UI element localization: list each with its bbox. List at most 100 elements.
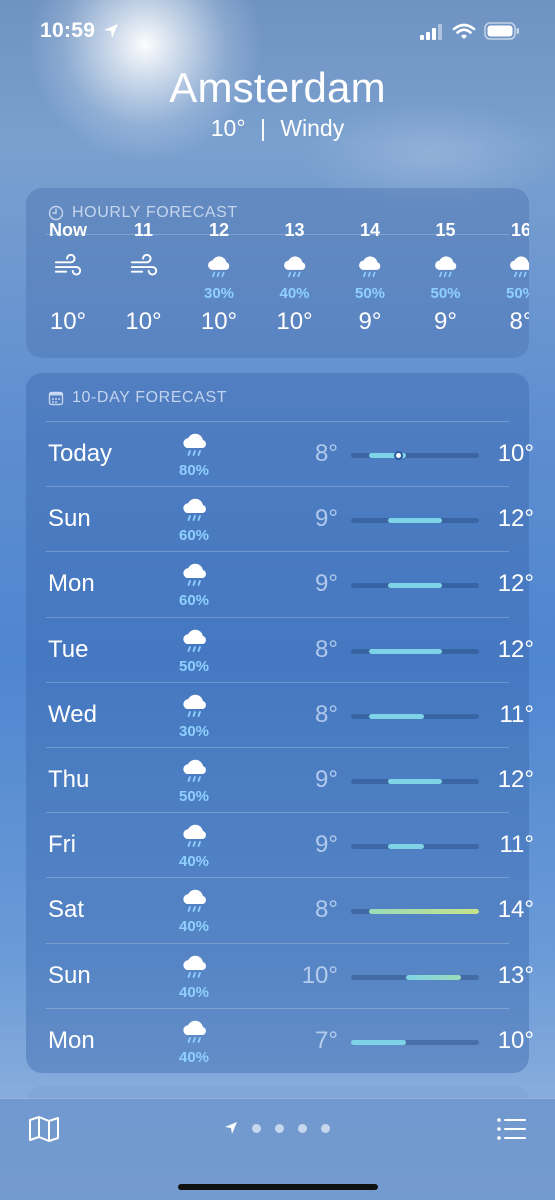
list-icon[interactable] [495,1115,527,1143]
day-name: Fri [48,831,76,859]
precipitation-chance: 40% [178,1048,210,1066]
rain-cloud-icon [183,498,206,522]
status-time: 10:59 [40,19,96,42]
hour-time: Now [49,220,87,240]
temperature-range-bar [351,713,479,719]
precipitation-chance: 30% [203,285,235,302]
precipitation-chance: 60% [178,527,210,545]
day-row[interactable]: Sat 40% 8° 14° [46,877,534,942]
high-temperature: 13° [497,961,534,989]
day-name: Mon [48,570,95,598]
day-row[interactable]: Mon 60% 9° 12° [46,551,534,616]
rain-cloud-icon [510,256,529,278]
current-conditions: 10° | Windy [0,115,555,142]
low-temperature: 9° [315,766,338,793]
map-icon[interactable] [28,1115,60,1143]
ten-day-forecast-card[interactable]: 10-DAY FORECAST Today 80% 8° 10° Sun 60% 9° 12°… [26,373,534,1073]
high-temperature: 10° [497,440,534,467]
day-row[interactable]: Mon 40% 7° 10° [46,1007,534,1073]
hourly-forecast-card[interactable]: HOURLY FORECAST Now 10° 11 10° 12 30% 10° 13 40%… [26,188,529,358]
high-temperature: 12° [497,570,534,598]
low-temperature: 8° [315,896,338,924]
hour-temperature: 10° [49,308,87,335]
rain-cloud-icon [208,256,230,278]
current-condition: Windy [280,115,345,141]
home-indicator[interactable] [178,1184,378,1190]
ten-day-forecast-header: 10-DAY FORECAST [48,388,227,408]
precipitation-chance: 40% [279,285,310,302]
day-name: Sun [48,961,91,989]
day-name: Sat [48,896,85,924]
page-dot[interactable] [321,1123,330,1133]
temperature-range-bar [351,583,479,589]
temperature-range-fill [405,974,461,980]
hour-time: 14 [359,220,381,240]
hour-column: 14 50% 9° [332,220,408,358]
day-row[interactable]: Today 80% 8° 10° [46,421,534,486]
low-temperature: 8° [315,440,338,467]
precipitation-chance: 80% [178,462,210,479]
rain-cloud-icon [183,890,206,913]
hourly-scroll-row[interactable]: Now 10° 11 10° 12 30% 10° 13 40% 10° 14 50% 9° 15 50% 9… [26,220,529,358]
page-indicator[interactable] [224,1120,330,1136]
battery-icon [484,22,519,40]
temperature-range-fill [369,909,479,915]
day-row[interactable]: Fri 40% 9° 11° [46,812,534,877]
temperature-range-fill [369,648,443,654]
day-name: Today [48,440,113,467]
high-temperature: 12° [497,635,534,663]
high-temperature: 12° [497,505,534,533]
location-arrow-icon[interactable] [224,1121,238,1135]
hour-column: 16 50% 8° [483,220,529,358]
day-row[interactable]: Sun 60% 9° 12° [46,486,534,551]
day-row[interactable]: Thu 50% 9° 12° [46,747,534,812]
precipitation-chance: 50% [354,285,386,302]
cellular-signal-icon [420,24,442,40]
day-name: Thu [48,766,90,793]
temperature-range-fill [387,518,443,524]
condition-separator: | [259,115,266,141]
high-temperature: 12° [497,766,534,793]
rain-cloud-icon [183,1020,206,1043]
hour-temperature: 8° [509,308,529,335]
low-temperature: 8° [315,700,338,728]
low-temperature: 9° [315,505,338,533]
page-dot[interactable] [275,1123,284,1133]
rain-cloud-icon [183,955,206,978]
calendar-icon [48,391,64,406]
precipitation-chance: 40% [178,853,210,871]
hour-time: 15 [435,220,456,240]
temperature-range-bar [351,648,479,654]
high-temperature: 10° [497,1026,534,1054]
day-name: Tue [48,635,89,663]
precipitation-chance: 30% [178,722,210,740]
day-row[interactable]: Wed 30% 8° 11° [46,681,534,747]
low-temperature: 9° [315,570,338,598]
rain-cloud-icon [183,564,206,587]
precipitation-chance: 40% [178,983,210,1001]
precipitation-chance: 60% [178,592,210,610]
temperature-range-bar [351,909,479,915]
low-temperature: 8° [315,635,338,663]
temperature-range-fill [387,583,443,589]
temperature-range-fill [387,779,443,784]
hour-column: 15 50% 9° [408,220,484,358]
high-temperature: 11° [499,831,534,859]
rain-cloud-icon [434,256,456,278]
day-row[interactable]: Tue 50% 8° 12° [46,616,534,682]
high-temperature: 11° [499,700,534,728]
hour-temperature: 9° [358,308,382,335]
hour-column: 11 10° [106,220,182,358]
page-dot[interactable] [252,1123,261,1133]
ten-day-forecast-title: 10-DAY FORECAST [72,389,228,406]
clock-icon [48,205,64,221]
hour-column: 12 30% 10° [181,220,257,358]
temperature-range-bar [351,844,479,850]
page-dot[interactable] [298,1123,307,1133]
rain-cloud-icon [359,256,381,278]
temperature-range-fill [351,1039,406,1045]
day-row[interactable]: Sun 40% 10° 13° [46,942,534,1008]
rain-cloud-icon [183,433,206,456]
temperature-range-fill [387,844,425,850]
temperature-range-fill [369,713,425,719]
